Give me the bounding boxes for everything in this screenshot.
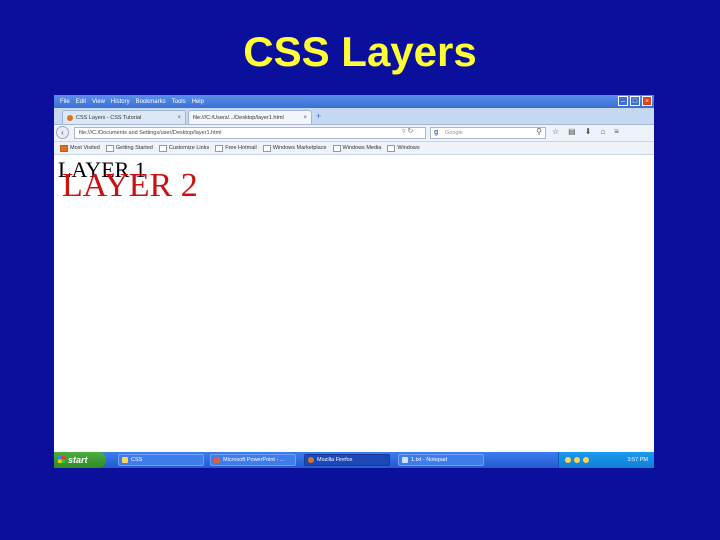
bookmark-icon bbox=[60, 144, 68, 152]
navigation-bar: ‹ file:///C:/Documents and Settings/user… bbox=[54, 125, 654, 142]
notepad-icon bbox=[402, 457, 408, 463]
bookmark-windows[interactable]: Windows bbox=[387, 144, 420, 152]
bookmark-icon bbox=[262, 144, 271, 152]
tab-layer1-file[interactable]: file:///C:/Users/.../Desktop/layer1.html… bbox=[188, 110, 312, 124]
menu-help[interactable]: Help bbox=[192, 99, 204, 105]
hamburger-menu-icon[interactable]: ≡ bbox=[614, 127, 619, 136]
search-placeholder: Google bbox=[445, 130, 463, 136]
bookmark-icon bbox=[387, 144, 396, 152]
folder-icon bbox=[122, 457, 128, 463]
taskbar: start CSS Microsoft PowerPoint - ... Moz… bbox=[54, 452, 654, 468]
search-input[interactable]: g Google ⚲ bbox=[430, 127, 546, 139]
tab-label: CSS Layers - CSS Tutorial bbox=[76, 114, 142, 121]
tab-close-icon[interactable]: × bbox=[303, 115, 307, 121]
slide-title: CSS Layers bbox=[243, 28, 477, 75]
bookmark-icon bbox=[158, 144, 167, 152]
download-icon[interactable]: ⬇ bbox=[585, 127, 592, 136]
home-icon[interactable]: ⌂ bbox=[600, 127, 605, 136]
maximize-icon[interactable]: □ bbox=[630, 96, 640, 106]
bookmark-windows-media[interactable]: Windows Media bbox=[332, 144, 381, 152]
clock: 3:57 PM bbox=[627, 457, 648, 463]
new-tab-icon[interactable]: + bbox=[316, 111, 321, 121]
menu-view[interactable]: View bbox=[92, 99, 105, 105]
bookmark-icon bbox=[332, 144, 341, 152]
windows-logo-icon bbox=[58, 456, 65, 463]
bookmark-windows-marketplace[interactable]: Windows Marketplace bbox=[262, 144, 327, 152]
tray-icons bbox=[565, 457, 589, 463]
tab-label: file:///C:/Users/.../Desktop/layer1.html bbox=[193, 114, 284, 121]
search-icon[interactable]: ⚲ bbox=[536, 127, 542, 137]
system-tray: 3:57 PM bbox=[558, 452, 654, 468]
star-icon[interactable]: ☆ bbox=[552, 127, 559, 136]
powerpoint-icon bbox=[214, 457, 220, 463]
task-notepad[interactable]: 1.txt - Notepad bbox=[398, 454, 484, 466]
firefox-icon bbox=[308, 457, 314, 463]
tab-strip: CSS Layers - CSS Tutorial × file:///C:/U… bbox=[54, 108, 654, 125]
tray-icon[interactable] bbox=[565, 457, 571, 463]
tab-css-tutorial[interactable]: CSS Layers - CSS Tutorial × bbox=[62, 110, 186, 124]
bookmark-most-visited[interactable]: Most Visited bbox=[60, 144, 100, 152]
back-icon[interactable]: ‹ bbox=[56, 126, 69, 139]
tray-icon[interactable] bbox=[574, 457, 580, 463]
bookmark-icon bbox=[105, 144, 114, 152]
google-icon: g bbox=[434, 129, 439, 136]
menu-edit[interactable]: Edit bbox=[76, 99, 86, 105]
url-bar[interactable]: file:///C:/Documents and Settings/user/D… bbox=[74, 127, 426, 139]
clipboard-icon[interactable]: ▤ bbox=[568, 127, 576, 136]
page-content: LAYER 1 LAYER 2 bbox=[54, 155, 654, 452]
task-firefox[interactable]: Mozilla Firefox bbox=[304, 454, 390, 466]
bookmarks-bar: Most Visited Getting Started Customize L… bbox=[54, 142, 654, 155]
bookmark-customize-links[interactable]: Customize Links bbox=[158, 144, 209, 152]
menu-bookmarks[interactable]: Bookmarks bbox=[136, 99, 166, 105]
tab-close-icon[interactable]: × bbox=[177, 115, 181, 121]
bookmark-getting-started[interactable]: Getting Started bbox=[105, 144, 153, 152]
layer-2-text: LAYER 2 bbox=[62, 167, 198, 204]
browser-screenshot: File Edit View History Bookmarks Tools H… bbox=[54, 95, 654, 468]
toolbar-icons: ☆ ▤ ⬇ ⌂ ≡ bbox=[552, 127, 619, 136]
menu-history[interactable]: History bbox=[111, 99, 130, 105]
menu-file[interactable]: File bbox=[60, 99, 70, 105]
menu-bar: File Edit View History Bookmarks Tools H… bbox=[54, 95, 654, 108]
favicon-icon bbox=[67, 114, 73, 121]
menu-tools[interactable]: Tools bbox=[172, 99, 186, 105]
task-css-folder[interactable]: CSS bbox=[118, 454, 204, 466]
bookmark-icon bbox=[215, 144, 224, 152]
tray-icon[interactable] bbox=[583, 457, 589, 463]
window-controls: – □ × bbox=[618, 96, 652, 106]
reload-icon[interactable]: ▿ ↻ bbox=[402, 127, 413, 135]
minimize-icon[interactable]: – bbox=[618, 96, 628, 106]
task-powerpoint[interactable]: Microsoft PowerPoint - ... bbox=[210, 454, 296, 466]
start-button[interactable]: start bbox=[54, 452, 106, 468]
bookmark-free-hotmail[interactable]: Free Hotmail bbox=[215, 144, 257, 152]
close-icon[interactable]: × bbox=[642, 96, 652, 106]
